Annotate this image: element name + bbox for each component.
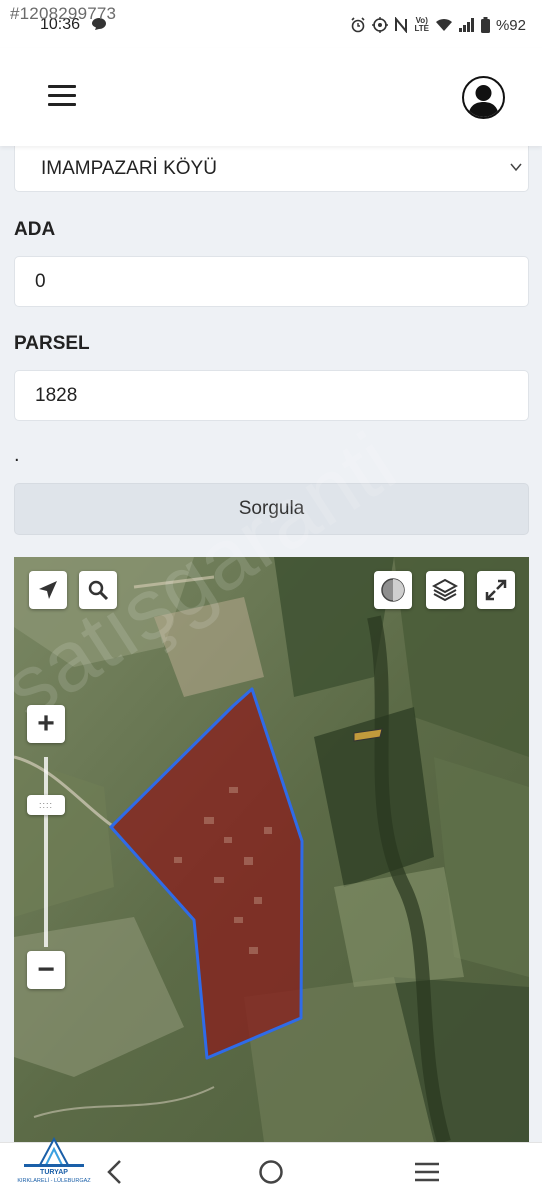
zoom-slider-track[interactable] — [44, 757, 48, 947]
search-icon[interactable] — [79, 571, 117, 609]
signal-icon — [458, 18, 474, 32]
system-nav-bar: TURYAP KIRKLARELİ - LÜLEBURGAZ — [0, 1136, 542, 1200]
hamburger-menu-icon[interactable] — [48, 85, 76, 107]
ada-input[interactable]: 0 — [14, 256, 529, 307]
map-view[interactable]: + :::: − — [14, 557, 529, 1142]
alarm-icon — [351, 17, 366, 33]
volte-icon: Vo) LTE — [414, 16, 429, 33]
query-button[interactable]: Sorgula — [14, 483, 529, 535]
zoom-in-button[interactable]: + — [27, 705, 65, 743]
zoom-out-button[interactable]: − — [27, 951, 65, 989]
village-select[interactable]: IMAMPAZARİ KÖYÜ — [14, 146, 529, 192]
locate-arrow-icon[interactable] — [29, 571, 67, 609]
logo-subtitle: KIRKLARELİ - LÜLEBURGAZ — [17, 1178, 91, 1184]
chevron-down-icon — [510, 163, 522, 172]
fullscreen-icon[interactable] — [477, 571, 515, 609]
status-bar: 10:36 #1208299773 Vo) LTE %92 — [0, 0, 542, 48]
turyap-logo: TURYAP KIRKLARELİ - LÜLEBURGAZ — [16, 1135, 92, 1195]
dot-text: . — [14, 444, 20, 466]
village-select-value: IMAMPAZARİ KÖYÜ — [41, 158, 217, 179]
logo-name: TURYAP — [40, 1169, 68, 1176]
basemap-toggle-icon[interactable] — [374, 571, 412, 609]
app-header — [0, 48, 542, 146]
target-icon — [372, 17, 389, 33]
nfc-icon — [395, 17, 408, 33]
user-avatar-icon[interactable] — [462, 76, 505, 119]
wifi-icon — [435, 18, 452, 31]
listing-id-watermark: #1208299773 — [10, 4, 117, 23]
parsel-input[interactable]: 1828 — [14, 370, 529, 421]
status-icons: Vo) LTE %92 — [350, 15, 526, 35]
zoom-slider-handle[interactable]: :::: — [27, 795, 65, 815]
back-icon[interactable] — [104, 1159, 124, 1185]
ada-label: ADA — [14, 219, 56, 240]
battery-percent: %92 — [495, 16, 526, 34]
satellite-imagery — [14, 557, 529, 1142]
battery-icon — [480, 17, 490, 33]
parsel-label: PARSEL — [14, 333, 90, 354]
recent-apps-icon[interactable] — [414, 1161, 440, 1183]
layers-icon[interactable] — [426, 571, 464, 609]
home-icon[interactable] — [258, 1159, 284, 1185]
